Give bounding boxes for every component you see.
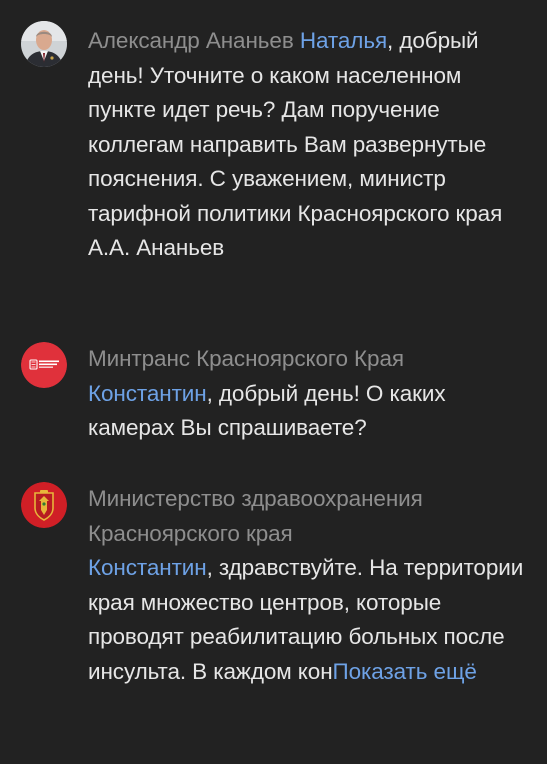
mention-link[interactable]: Константин: [88, 381, 207, 406]
show-more-link[interactable]: Показать ещё: [333, 659, 477, 684]
comment-author[interactable]: Минтранс Красноярского Края: [88, 342, 533, 377]
comments-feed: Александр Ананьев Наталья, добрый день! …: [0, 0, 547, 764]
person-photo-avatar-icon: [21, 21, 67, 67]
comment-text: Александр Ананьев Наталья, добрый день! …: [88, 24, 533, 266]
avatar[interactable]: [21, 21, 67, 67]
comment-text: Минтранс Красноярского Края Константин, …: [88, 342, 533, 446]
avatar[interactable]: [21, 342, 67, 388]
mention-link[interactable]: Наталья: [300, 28, 387, 53]
coat-of-arms-avatar-icon: [21, 482, 67, 528]
mintrans-logo-avatar-icon: [21, 342, 67, 388]
comment-body: , добрый день! Уточните о каком населенн…: [88, 28, 503, 260]
avatar[interactable]: [21, 482, 67, 528]
mention-link[interactable]: Константин: [88, 555, 207, 580]
comment-text: Министерство здравоохранения Красноярско…: [88, 482, 533, 689]
comment-author[interactable]: Министерство здравоохранения Красноярско…: [88, 482, 533, 551]
comment-author[interactable]: Александр Ананьев: [88, 28, 294, 53]
